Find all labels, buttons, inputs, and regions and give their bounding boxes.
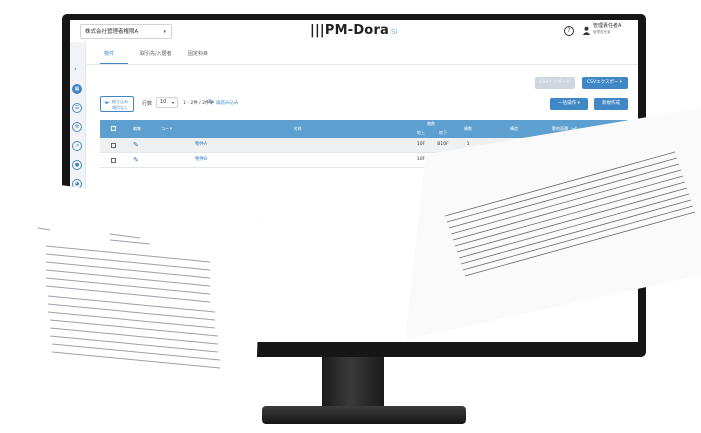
bulk-action-button[interactable]: 一括操作 ▾ (550, 98, 588, 110)
rows-per-page-value: 10 (160, 99, 167, 105)
header-code: コード (161, 126, 173, 131)
company-select-value: 株式会社管理者権限A (85, 29, 139, 35)
sidebar-item-building-icon[interactable]: ▦ (72, 84, 82, 94)
tabs-divider (85, 64, 638, 65)
monitor-stand-neck (322, 357, 384, 409)
tab-clients-tenants[interactable]: 取引先/入居者 (140, 50, 172, 57)
header-building-count: 棟数 (464, 126, 472, 131)
row-checkbox[interactable] (111, 142, 116, 148)
sidebar-item-chart-icon[interactable]: ↗ (72, 141, 82, 151)
user-name[interactable]: 管理責任者A (593, 23, 621, 29)
header-above-ground: 地上 (417, 130, 425, 135)
select-all-checkbox[interactable] (111, 126, 116, 131)
edit-pencil-icon[interactable]: ✎ (133, 138, 139, 152)
monitor-stand-base (262, 406, 466, 424)
header-structure: 構造 (510, 126, 518, 131)
user-role: 管理責任者 (593, 30, 611, 34)
reload-link[interactable]: 再読み込み (216, 100, 239, 106)
csv-import-button[interactable]: CSVインポート (535, 77, 575, 89)
filter-button[interactable]: ⏷ 絞り込み 項目なし (100, 96, 134, 112)
user-icon[interactable] (582, 26, 591, 35)
property-name-link[interactable]: 物件B (195, 153, 207, 167)
paper-document-left (10, 178, 262, 428)
reload-icon[interactable]: ↻ (208, 98, 214, 106)
chevron-down-icon: ▾ (171, 100, 174, 105)
sidebar-item-person-icon[interactable]: ● (72, 160, 82, 170)
csv-export-button[interactable]: CSVエクスポート (582, 77, 628, 89)
sidebar-item-list-icon[interactable]: ☰ (72, 103, 82, 113)
property-name-link[interactable]: 物件A (195, 138, 207, 152)
cell-below-ground: B10F (437, 142, 449, 147)
sidebar-item-tools-icon[interactable]: ⚒ (72, 122, 82, 132)
tab-fixed-items[interactable]: 固定科目 (188, 50, 208, 57)
header-edit: 編集 (133, 126, 141, 131)
row-checkbox[interactable] (111, 157, 116, 163)
filter-sub-label: 項目なし (112, 105, 128, 110)
rows-label: 行数 (142, 101, 153, 107)
company-select[interactable]: 株式会社管理者権限A ▾ (80, 24, 172, 39)
filter-icon: ⏷ (104, 99, 110, 107)
header-name: 名称 (293, 126, 302, 131)
chevron-right-icon[interactable]: › (74, 65, 77, 73)
document-lines (37, 227, 221, 369)
logo-sub: Si (391, 28, 398, 36)
tab-properties[interactable]: 物件 (104, 50, 114, 57)
cell-above-ground: 10F (416, 142, 426, 147)
edit-pencil-icon[interactable]: ✎ (133, 153, 139, 167)
help-icon[interactable]: ? (564, 26, 574, 36)
logo-text: PM-Dora (324, 23, 390, 38)
rows-per-page-select[interactable]: 10 ▾ (156, 97, 178, 108)
chevron-down-icon: ▾ (163, 29, 166, 35)
app-logo: |||PM-Dora Si (310, 23, 398, 38)
new-button[interactable]: 新規作成 (594, 98, 628, 110)
header-below-ground: 地下 (439, 130, 447, 135)
